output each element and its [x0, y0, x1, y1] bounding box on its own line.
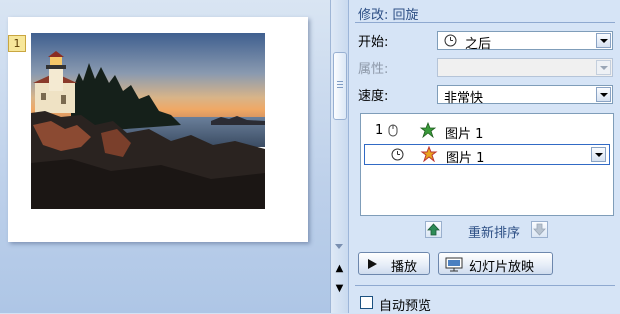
chevron-down-icon[interactable]	[596, 87, 611, 102]
clock-icon	[391, 148, 404, 161]
autopreview-checkbox[interactable]	[360, 296, 373, 309]
previous-slide-icon[interactable]: ▲	[332, 262, 347, 276]
divider	[355, 285, 615, 286]
start-label: 开始:	[358, 35, 389, 50]
reorder-controls: 重新排序	[360, 221, 614, 241]
slideshow-icon	[445, 257, 463, 272]
lighthouse-lantern-shape	[50, 57, 62, 65]
arrow-up-icon	[427, 223, 440, 236]
clock-icon	[444, 34, 457, 47]
slideshow-button[interactable]: 幻灯片放映	[438, 252, 553, 275]
animation-number: 1	[375, 123, 384, 138]
play-icon	[368, 259, 377, 269]
chevron-down-icon[interactable]	[596, 33, 611, 48]
lighthouse-gallery-shape	[46, 65, 66, 69]
scroll-down-arrow-icon[interactable]	[335, 244, 343, 249]
mouse-click-icon	[388, 124, 398, 137]
emphasis-effect-icon	[420, 146, 438, 162]
animation-target-name: 图片 1	[446, 151, 485, 166]
play-button-label: 播放	[391, 260, 418, 275]
lighthouse-tower-shape	[49, 67, 63, 91]
divider	[355, 22, 615, 23]
pane-title: 修改: 回旋	[358, 8, 419, 23]
speed-label: 速度:	[358, 89, 389, 104]
play-button[interactable]: 播放	[358, 252, 430, 275]
lighthouse-photo[interactable]	[31, 33, 265, 209]
scrollbar-thumb[interactable]	[333, 52, 347, 120]
chevron-down-icon	[596, 60, 611, 75]
animation-target-name: 图片 1	[445, 127, 484, 142]
next-slide-icon[interactable]: ▼	[332, 282, 347, 296]
slide-editing-area: 1	[0, 0, 330, 313]
start-value: 之后	[465, 37, 492, 52]
chevron-down-icon[interactable]	[591, 147, 606, 162]
arrow-down-icon	[533, 223, 546, 236]
start-dropdown[interactable]: 之后	[437, 31, 613, 52]
custom-animation-pane: 修改: 回旋 开始: 之后 属性: 速度: 非常快 1 图片 1 图片 1 重新…	[348, 0, 620, 314]
slideshow-button-label: 幻灯片放映	[469, 260, 535, 275]
property-label: 属性:	[358, 62, 389, 77]
speed-value: 非常快	[444, 91, 484, 106]
entrance-effect-icon	[419, 122, 437, 138]
animation-list-item-selected[interactable]: 图片 1	[364, 144, 610, 166]
animation-order-tag[interactable]: 1	[8, 35, 26, 52]
speed-dropdown[interactable]: 非常快	[437, 85, 613, 106]
vertical-scrollbar[interactable]: ▲ ▼	[330, 0, 348, 313]
lighthouse-door-shape	[61, 95, 66, 104]
move-up-button[interactable]	[425, 221, 442, 238]
animation-list-item[interactable]: 1 图片 1	[361, 120, 613, 142]
animation-list[interactable]: 1 图片 1 图片 1	[360, 113, 614, 216]
move-down-button	[531, 221, 548, 238]
reorder-label: 重新排序	[468, 226, 521, 241]
property-dropdown	[437, 58, 613, 77]
lighthouse-window-shape	[41, 93, 46, 100]
autopreview-label[interactable]: 自动预览	[379, 295, 431, 314]
